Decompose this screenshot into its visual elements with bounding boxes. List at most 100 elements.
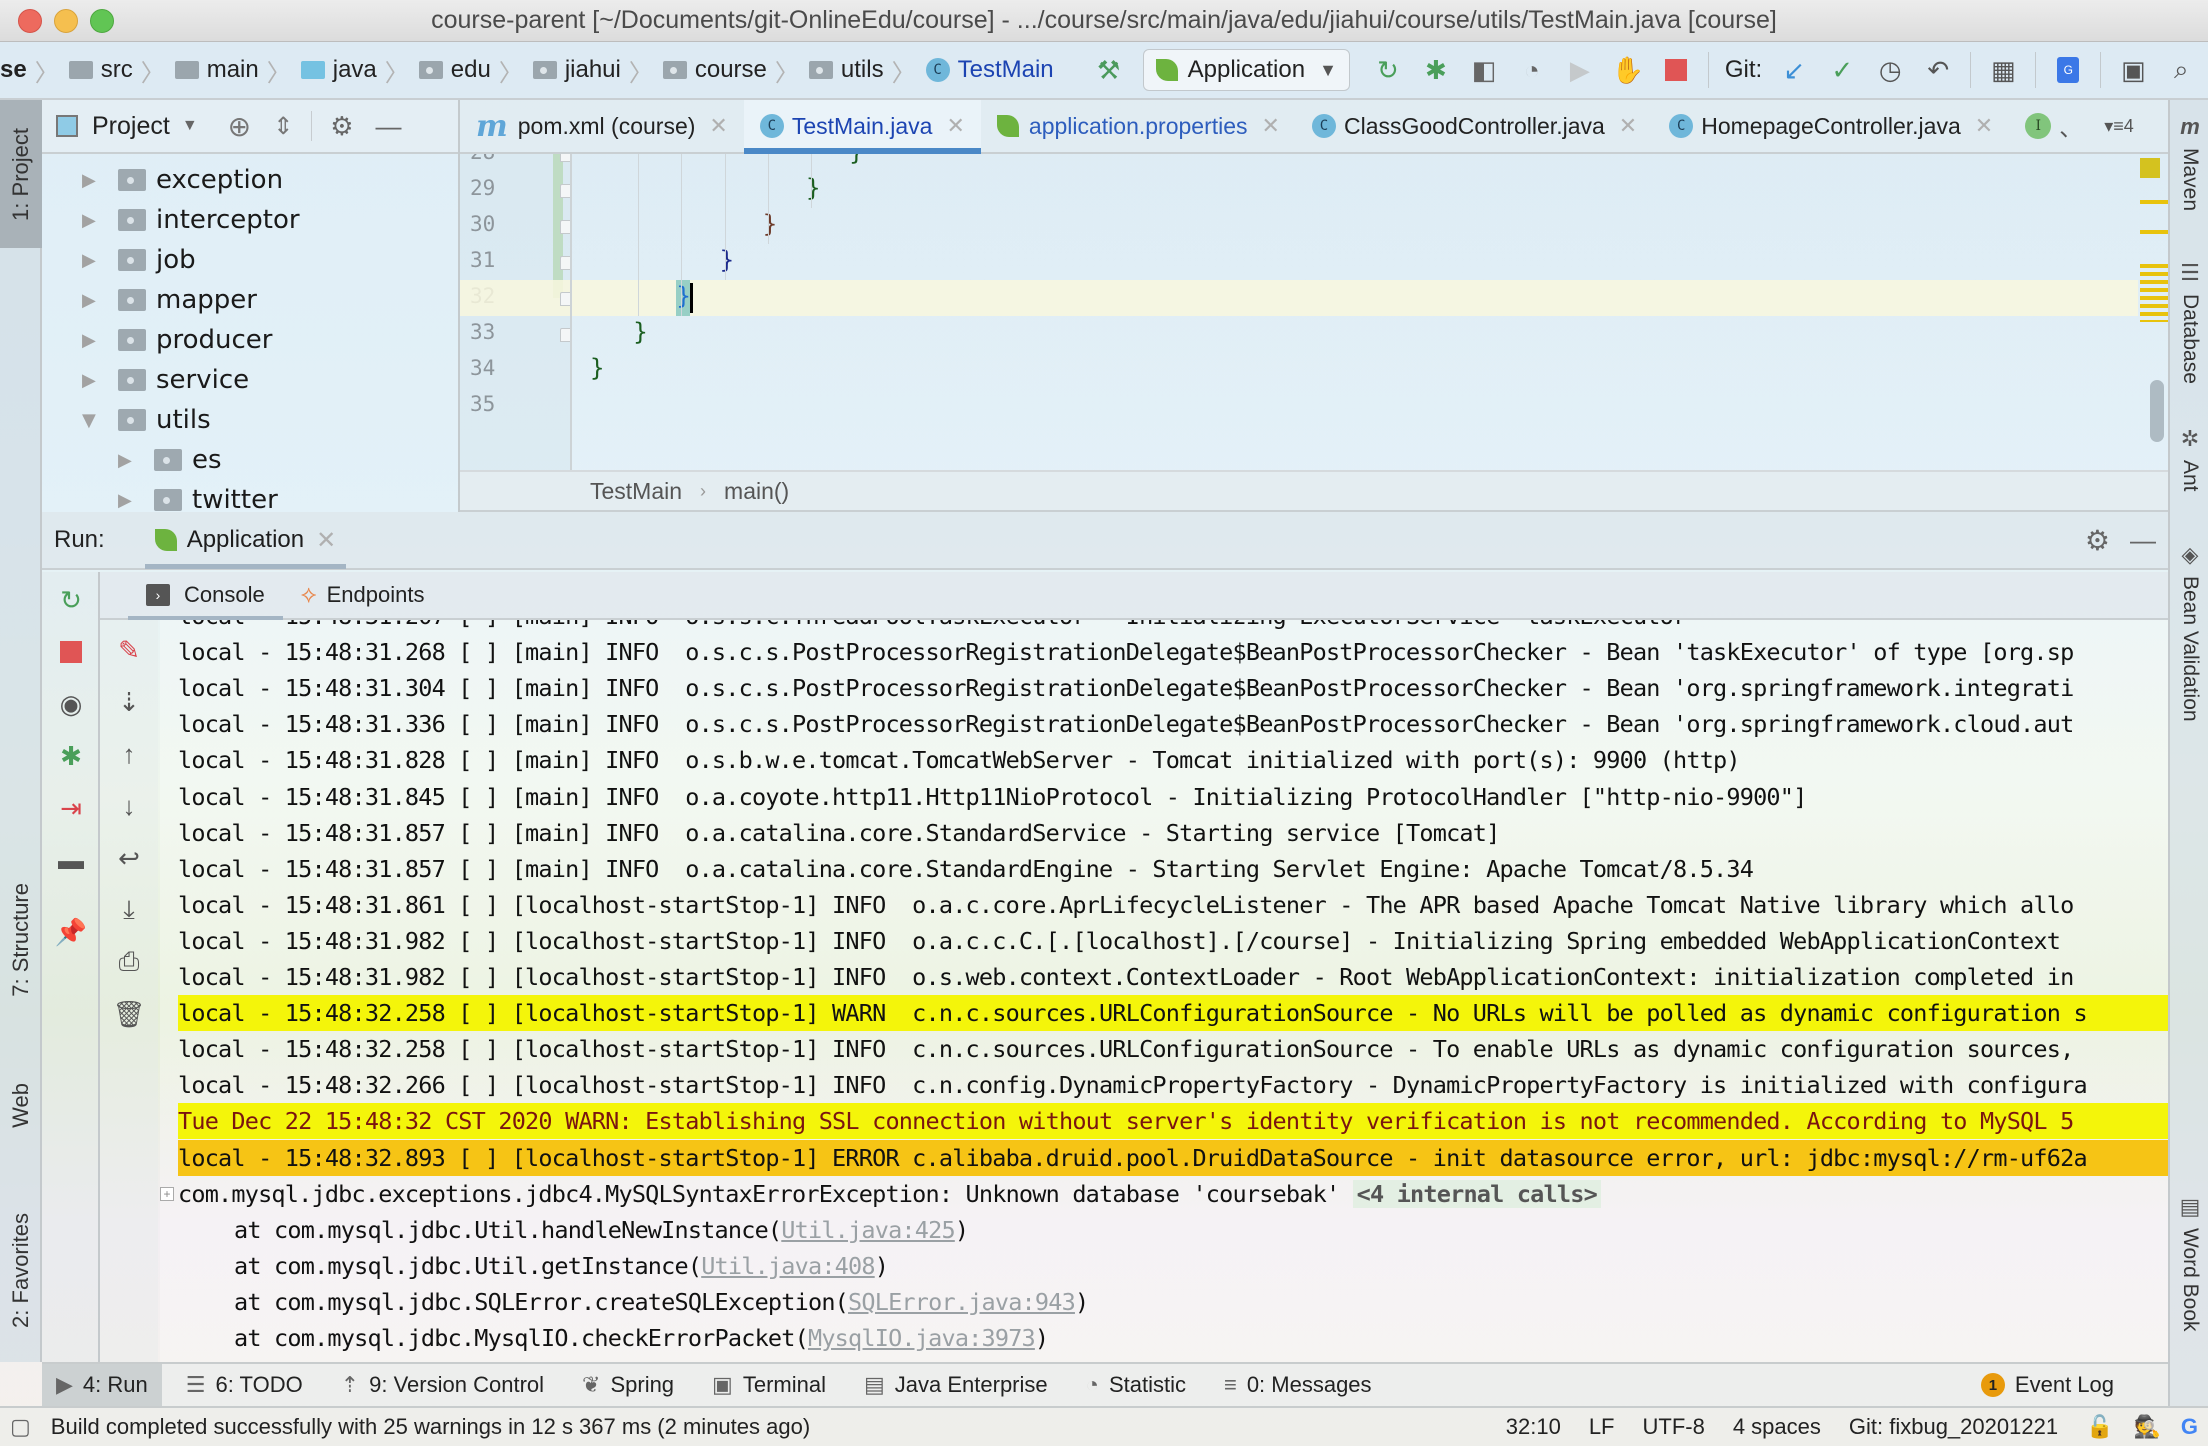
close-icon[interactable]: ✕ bbox=[946, 113, 964, 139]
close-window-button[interactable] bbox=[18, 9, 42, 33]
google-icon[interactable]: G bbox=[2181, 1414, 2198, 1440]
git-rollback-icon[interactable]: ↶ bbox=[1919, 51, 1957, 89]
trash-icon[interactable]: 🗑 bbox=[100, 994, 158, 1034]
breadcrumb-class[interactable]: TestMain bbox=[590, 478, 682, 505]
tool-window-java-enterprise[interactable]: ▤ Java Enterprise bbox=[850, 1364, 1062, 1406]
breadcrumb-item[interactable]: C TestMain bbox=[925, 41, 1054, 99]
line-number[interactable]: 34 bbox=[470, 356, 520, 380]
indent-setting[interactable]: 4 spaces bbox=[1733, 1414, 1821, 1440]
close-icon[interactable]: ✕ bbox=[1975, 113, 1993, 139]
tool-tab-structure[interactable]: 7: Structure bbox=[0, 860, 42, 1020]
source-link[interactable]: SQLError.java:943 bbox=[848, 1288, 1076, 1316]
breadcrumb-item[interactable]: utils 〉 bbox=[808, 41, 926, 99]
tool-window-spring[interactable]: ❦ Spring bbox=[568, 1364, 688, 1406]
editor-tab-classgoodcontroller[interactable]: C ClassGoodController.java ✕ bbox=[1296, 100, 1653, 152]
stop-icon[interactable] bbox=[42, 632, 100, 672]
breadcrumb-method[interactable]: main() bbox=[724, 478, 789, 505]
breadcrumb-item[interactable]: java 〉 bbox=[300, 41, 419, 99]
build-hammer-icon[interactable]: ⚒ bbox=[1090, 51, 1128, 89]
tool-tab-database[interactable]: ☰ Database bbox=[2170, 260, 2208, 384]
warning-stripe-mark[interactable] bbox=[2140, 230, 2168, 234]
tool-window-statistic[interactable]: ◔ Statistic bbox=[1072, 1364, 1200, 1406]
tool-tab-word-book[interactable]: ▤ Word Book bbox=[2170, 1194, 2208, 1332]
camera-icon[interactable]: ◉ bbox=[42, 684, 100, 724]
chevron-right-icon[interactable]: ▶ bbox=[82, 330, 106, 351]
console-line-info[interactable]: local - 15:48:32.258 [ ] [localhost-star… bbox=[178, 1031, 2168, 1067]
tool-tab-favorites[interactable]: 2: Favorites bbox=[0, 1180, 42, 1360]
console-line-info[interactable]: local - 15:48:31.857 [ ] [main] INFO o.a… bbox=[178, 815, 2168, 851]
locate-file-icon[interactable]: ⊕ bbox=[228, 110, 251, 143]
line-number[interactable]: 33 bbox=[470, 320, 520, 344]
close-icon[interactable]: ✕ bbox=[1262, 113, 1280, 139]
console-line-warn2[interactable]: Tue Dec 22 15:48:32 CST 2020 WARN: Estab… bbox=[178, 1103, 2168, 1140]
sort-icon[interactable]: ⇣ bbox=[100, 682, 158, 722]
maximize-window-button[interactable] bbox=[90, 9, 114, 33]
tool-tab-ant[interactable]: ✲ Ant bbox=[2170, 426, 2208, 492]
hide-panel-icon[interactable]: — bbox=[376, 111, 402, 142]
console-line-info[interactable]: local - 15:48:31.336 [ ] [main] INFO o.s… bbox=[178, 706, 2168, 742]
warning-stripe-marks[interactable] bbox=[2140, 264, 2168, 322]
breadcrumb-item[interactable]: src 〉 bbox=[68, 41, 175, 99]
code-token-brace[interactable]: } bbox=[849, 154, 863, 166]
console-line-info[interactable]: local - 15:48:31.207 [ ] [main] INFO o.s… bbox=[178, 620, 2168, 634]
exit-icon[interactable]: ⇥ bbox=[42, 788, 100, 828]
rerun-icon[interactable]: ↻ bbox=[1369, 51, 1407, 89]
line-number[interactable]: 31 bbox=[470, 248, 520, 272]
profile-icon[interactable]: ◔ bbox=[1513, 51, 1551, 89]
soft-wrap-icon[interactable]: ↩ bbox=[100, 838, 158, 878]
console-line-info[interactable]: local - 15:48:31.828 [ ] [main] INFO o.s… bbox=[178, 742, 2168, 778]
chevron-right-icon[interactable]: ▶ bbox=[82, 370, 106, 391]
tool-tab-bean-validation[interactable]: ◈ Bean Validation bbox=[2170, 542, 2208, 722]
expand-icon[interactable]: + bbox=[160, 1186, 174, 1201]
coverage-icon[interactable]: ◧ bbox=[1465, 51, 1503, 89]
scroll-to-end-icon[interactable]: ⤓ bbox=[100, 890, 158, 930]
hide-panel-icon[interactable]: — bbox=[2130, 525, 2156, 556]
breadcrumb-item[interactable]: edu 〉 bbox=[418, 41, 533, 99]
tab-console[interactable]: › Console bbox=[128, 572, 283, 620]
source-link[interactable]: Util.java:425 bbox=[781, 1216, 955, 1244]
caret-position[interactable]: 32:10 bbox=[1506, 1414, 1561, 1440]
presentation-icon[interactable]: ▣ bbox=[2114, 51, 2152, 89]
tool-window-run[interactable]: ▶ 4: Run bbox=[42, 1364, 162, 1406]
chevron-down-icon[interactable]: ▼ bbox=[82, 410, 106, 431]
tool-window-terminal[interactable]: ▣ Terminal bbox=[698, 1364, 840, 1406]
code-token-brace[interactable]: } bbox=[590, 354, 604, 382]
source-link[interactable]: Util.java:408 bbox=[701, 1252, 875, 1280]
lock-icon[interactable]: 🔓 bbox=[2086, 1414, 2113, 1440]
code-token-brace[interactable]: } bbox=[806, 174, 820, 202]
console-line-info[interactable]: local - 15:48:31.857 [ ] [main] INFO o.a… bbox=[178, 851, 2168, 887]
chevron-right-icon[interactable]: ▶ bbox=[118, 490, 142, 511]
console-line-info[interactable]: local - 15:48:32.266 [ ] [localhost-star… bbox=[178, 1067, 2168, 1103]
console-line-error[interactable]: local - 15:48:32.893 [ ] [localhost-star… bbox=[178, 1139, 2168, 1176]
tree-item-es[interactable]: ▶ es bbox=[118, 440, 222, 480]
editor-tab-pom-xml[interactable]: m pom.xml (course) ✕ bbox=[460, 100, 744, 152]
tool-window-todo[interactable]: ☰ 6: TODO bbox=[172, 1364, 317, 1406]
tab-overflow-menu[interactable]: ▾≡ 4 bbox=[2098, 100, 2140, 152]
console-line-info[interactable]: local - 15:48:31.982 [ ] [localhost-star… bbox=[178, 923, 2168, 959]
console-line-info[interactable]: local - 15:48:31.268 [ ] [main] INFO o.s… bbox=[178, 634, 2168, 670]
tool-window-event-log[interactable]: 1 Event Log bbox=[1967, 1364, 2128, 1406]
tree-item-job[interactable]: ▶ job bbox=[82, 240, 196, 280]
stop-icon[interactable] bbox=[1657, 51, 1695, 89]
tab-endpoints[interactable]: ⟡ Endpoints bbox=[283, 572, 443, 618]
breadcrumb-item[interactable]: jiahui 〉 bbox=[532, 41, 663, 99]
stack-trace-line[interactable]: at com.mysql.jdbc.Util.getInstance(Util.… bbox=[178, 1248, 2168, 1284]
line-number[interactable]: 29 bbox=[470, 176, 520, 200]
chevron-down-icon[interactable]: ▼ bbox=[182, 117, 198, 135]
close-icon[interactable]: ✕ bbox=[316, 526, 336, 555]
inspector-icon[interactable]: 🕵 bbox=[2133, 1414, 2160, 1440]
close-icon[interactable]: ✕ bbox=[709, 113, 727, 139]
editor-tab-testmain[interactable]: C TestMain.java ✕ bbox=[743, 100, 981, 154]
tool-tab-maven[interactable]: m Maven bbox=[2170, 114, 2208, 211]
tool-window-version-control[interactable]: ⇡ 9: Version Control bbox=[327, 1364, 558, 1406]
line-number[interactable]: 30 bbox=[470, 212, 520, 236]
stack-trace-line[interactable]: at com.mysql.jdbc.SQLError.createSQLExce… bbox=[178, 1284, 2168, 1320]
inspection-status-icon[interactable] bbox=[2140, 158, 2160, 178]
breadcrumb-item[interactable]: se 〉 bbox=[0, 41, 69, 99]
tree-item-producer[interactable]: ▶ producer bbox=[82, 320, 273, 360]
tree-item-mapper[interactable]: ▶ mapper bbox=[82, 280, 257, 320]
arrow-down-icon[interactable]: ↓ bbox=[100, 786, 158, 826]
project-structure-icon[interactable]: ▦ bbox=[1984, 51, 2022, 89]
editor-tab-application-properties[interactable]: application.properties ✕ bbox=[981, 100, 1296, 152]
gear-icon[interactable]: ⚙ bbox=[330, 111, 353, 142]
